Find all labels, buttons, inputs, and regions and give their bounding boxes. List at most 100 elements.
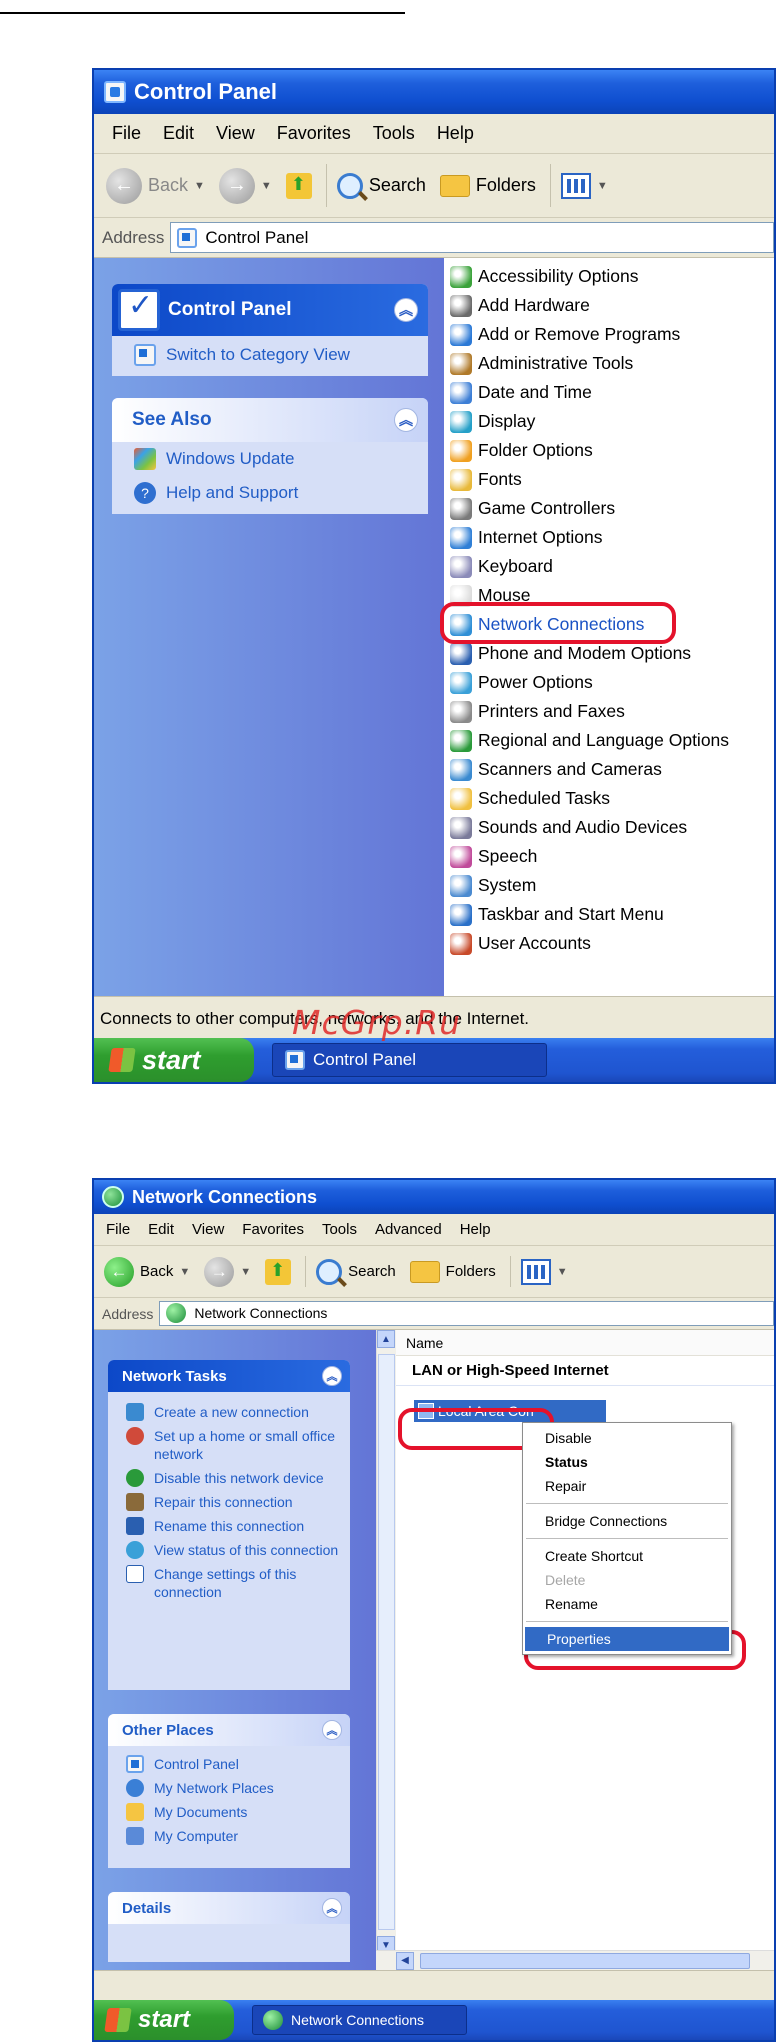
scroll-thumb[interactable] [420,1952,750,1969]
address-input[interactable]: Network Connections [159,1301,774,1326]
collapse-chevron-icon[interactable]: ︽ [322,1720,342,1740]
up-folder-button[interactable] [265,1258,292,1285]
task-repair[interactable]: Repair this connection [108,1490,350,1514]
cp-item-user-accounts[interactable]: User Accounts [444,929,774,958]
taskbar-control-panel-button[interactable]: Control Panel [272,1043,547,1077]
cp-item-administrative-tools[interactable]: Administrative Tools [444,349,774,378]
up-folder-button[interactable] [285,172,312,199]
cp-item-regional-and-language-options[interactable]: Regional and Language Options [444,726,774,755]
place-my-documents[interactable]: My Documents [108,1800,350,1824]
start-button[interactable]: start [94,1038,254,1082]
cp-item-fonts[interactable]: Fonts [444,465,774,494]
horizontal-scrollbar[interactable]: ◀ [376,1950,774,1970]
collapse-chevron-icon[interactable]: ︽ [322,1366,342,1386]
details-header[interactable]: Details ︽ [108,1892,350,1924]
ctx-rename[interactable]: Rename [523,1592,731,1616]
task-create-connection[interactable]: Create a new connection [108,1400,350,1424]
folders-button[interactable]: Folders [409,1260,496,1283]
menu-view[interactable]: View [192,1221,224,1238]
cp-item-sounds-and-audio-devices[interactable]: Sounds and Audio Devices [444,813,774,842]
collapse-chevron-icon[interactable]: ︽ [394,298,418,322]
task-disable-device[interactable]: Disable this network device [108,1466,350,1490]
cp-item-speech[interactable]: Speech [444,842,774,871]
cp-item-scheduled-tasks[interactable]: Scheduled Tasks [444,784,774,813]
ctx-properties[interactable]: Properties [525,1627,729,1651]
taskbar-network-connections-button[interactable]: Network Connections [252,2004,467,2036]
address-input[interactable]: Control Panel [170,221,774,254]
cp-item-add-hardware[interactable]: Add Hardware [444,291,774,320]
accessibility-options-icon [450,265,472,288]
cp-item-game-controllers[interactable]: Game Controllers [444,494,774,523]
control-panel-box-header[interactable]: Control Panel ︽ [112,284,428,336]
cp-item-taskbar-and-start-menu[interactable]: Taskbar and Start Menu [444,900,774,929]
back-button[interactable]: ← Back ▼ [106,167,205,204]
menu-view[interactable]: View [216,123,255,144]
cp-item-internet-options[interactable]: Internet Options [444,523,774,552]
ctx-repair[interactable]: Repair [523,1474,731,1498]
menu-advanced[interactable]: Advanced [375,1221,442,1238]
start-button[interactable]: start [94,2000,234,2040]
search-button[interactable]: Search [336,172,426,199]
scroll-left-icon[interactable]: ◀ [396,1951,414,1970]
network-tasks-header[interactable]: Network Tasks ︽ [108,1360,350,1392]
ctx-disable[interactable]: Disable [523,1426,731,1450]
menu-tools[interactable]: Tools [373,123,415,144]
cp-item-keyboard[interactable]: Keyboard [444,552,774,581]
back-button[interactable]: ← Back ▼ [104,1256,190,1287]
menu-tools[interactable]: Tools [322,1221,357,1238]
task-view-status[interactable]: View status of this connection [108,1538,350,1562]
window-titlebar[interactable]: Network Connections [94,1180,774,1214]
cp-item-printers-and-faxes[interactable]: Printers and Faxes [444,697,774,726]
see-also-header[interactable]: See Also ︽ [112,398,428,442]
ctx-status[interactable]: Status [523,1450,731,1474]
place-my-computer[interactable]: My Computer [108,1824,350,1848]
chevron-down-icon[interactable]: ▼ [194,180,205,192]
place-my-network-places[interactable]: My Network Places [108,1776,350,1800]
folders-button[interactable]: Folders [439,174,536,197]
switch-category-view-link[interactable]: Switch to Category View [112,336,428,372]
cp-item-display[interactable]: Display [444,407,774,436]
cp-item-date-and-time[interactable]: Date and Time [444,378,774,407]
cp-item-folder-options[interactable]: Folder Options [444,436,774,465]
cp-item-label: Scheduled Tasks [478,788,610,808]
task-rename[interactable]: Rename this connection [108,1514,350,1538]
cp-item-system[interactable]: System [444,871,774,900]
collapse-chevron-icon[interactable]: ︽ [322,1898,342,1918]
cp-item-add-or-remove-programs[interactable]: Add or Remove Programs [444,320,774,349]
scroll-thumb[interactable] [378,1354,395,1930]
chevron-down-icon[interactable]: ▼ [261,180,272,192]
views-button[interactable]: ▼ [520,1258,568,1285]
task-home-network[interactable]: Set up a home or small office network [108,1424,350,1466]
window-titlebar[interactable]: Control Panel [94,70,774,114]
menu-file[interactable]: File [106,1221,130,1238]
menu-edit[interactable]: Edit [148,1221,174,1238]
cp-item-power-options[interactable]: Power Options [444,668,774,697]
lan-group-header: LAN or High-Speed Internet [396,1356,774,1386]
place-control-panel[interactable]: Control Panel [108,1752,350,1776]
vertical-scrollbar[interactable]: ▲ ▼ [376,1330,396,1954]
views-button[interactable]: ▼ [560,172,608,199]
other-places-header[interactable]: Other Places ︽ [108,1714,350,1746]
help-support-link[interactable]: ? Help and Support [112,476,428,510]
menu-help[interactable]: Help [460,1221,491,1238]
ctx-bridge-connections[interactable]: Bridge Connections [523,1509,731,1533]
cp-item-accessibility-options[interactable]: Accessibility Options [444,262,774,291]
forward-button[interactable]: → ▼ [204,1256,251,1287]
task-change-settings[interactable]: Change settings of this connection [108,1562,350,1604]
collapse-chevron-icon[interactable]: ︽ [394,408,418,432]
menu-favorites[interactable]: Favorites [242,1221,304,1238]
menu-favorites[interactable]: Favorites [277,123,351,144]
menu-help[interactable]: Help [437,123,474,144]
windows-update-icon [134,448,156,470]
search-button[interactable]: Search [316,1258,396,1285]
chevron-down-icon[interactable]: ▼ [179,1266,190,1278]
windows-update-link[interactable]: Windows Update [112,442,428,476]
forward-button[interactable]: → ▼ [218,167,272,204]
menu-edit[interactable]: Edit [163,123,194,144]
scroll-up-icon[interactable]: ▲ [377,1330,395,1348]
ctx-create-shortcut[interactable]: Create Shortcut [523,1544,731,1568]
menu-file[interactable]: File [112,123,141,144]
cp-item-scanners-and-cameras[interactable]: Scanners and Cameras [444,755,774,784]
name-column-header[interactable]: Name [396,1330,774,1356]
chevron-down-icon[interactable]: ▼ [240,1266,251,1278]
